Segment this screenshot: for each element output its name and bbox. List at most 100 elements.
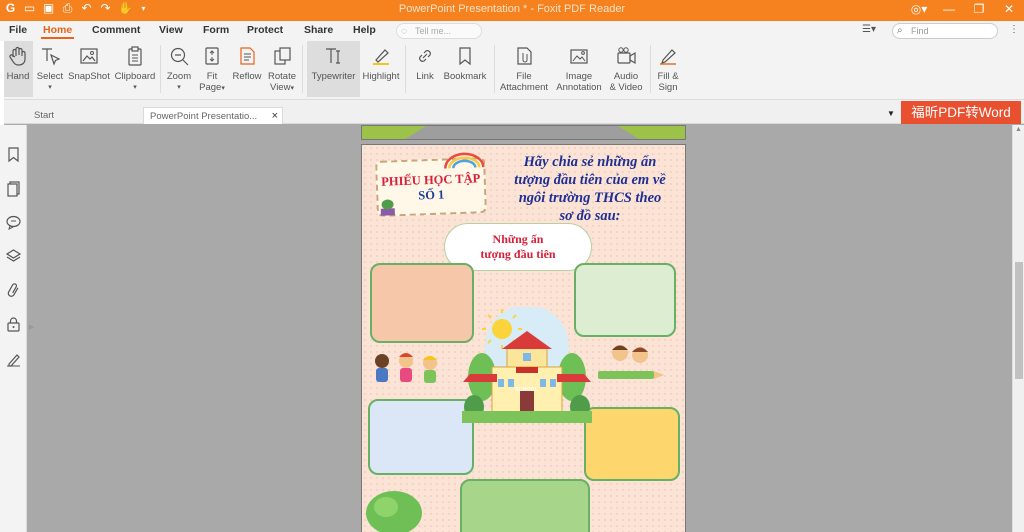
ribbon-separator (405, 45, 406, 93)
video-camera-icon (615, 45, 637, 67)
zoom-dropdown-icon: ▾ (177, 84, 181, 91)
reflow-icon (236, 45, 258, 67)
scroll-up-icon[interactable]: ▲ (1015, 126, 1022, 133)
search-icon: ⌕ (897, 25, 903, 36)
image-annotation-label-2: Annotation (556, 82, 602, 93)
typewriter-icon (323, 45, 345, 67)
account-icon[interactable]: ◎▾ (910, 2, 928, 16)
signatures-panel-icon[interactable] (5, 351, 22, 368)
hand-tool-button[interactable]: Hand (3, 41, 33, 97)
layers-panel-icon[interactable] (5, 248, 22, 265)
worksheet-badge: PHIẾU HỌC TẬP SỐ 1 (375, 152, 487, 217)
rotate-view-icon (271, 45, 293, 67)
clipboard-button[interactable]: Clipboard ▾ (114, 41, 156, 97)
road-illustration (402, 126, 642, 139)
fit-dropdown-icon: ▾ (221, 85, 225, 92)
zoom-label: Zoom (166, 71, 192, 82)
file-attachment-label-1: File (516, 71, 532, 82)
rotate-view-button[interactable]: Rotate View▾ (266, 41, 298, 97)
tab-home[interactable]: Home (40, 24, 75, 39)
rotate-label-2: View (270, 82, 291, 93)
ribbon-display-options-icon[interactable]: ☰▾ (862, 24, 876, 35)
file-attachment-button[interactable]: File Attachment (498, 41, 550, 97)
tab-comment[interactable]: Comment (92, 24, 140, 36)
scrollbar-thumb[interactable] (1015, 262, 1023, 379)
zoom-icon (168, 45, 190, 67)
link-button[interactable]: Link (410, 41, 440, 97)
rainbow-icon (444, 152, 485, 169)
answer-box-blue (368, 399, 474, 475)
document-tab-bar: Start PowerPoint Presentatio... × ▼ 福昕PD… (0, 100, 1024, 124)
file-attachment-label-2: Attachment (499, 82, 549, 93)
snapshot-icon (78, 45, 100, 67)
answer-box-lightgreen (460, 479, 590, 532)
select-tool-button[interactable]: Select ▾ (35, 41, 65, 97)
highlight-button[interactable]: Highlight (362, 41, 400, 97)
hand-icon (7, 45, 29, 67)
fit-label-1: Fit (206, 71, 218, 82)
typewriter-label: Typewriter (311, 71, 356, 82)
expand-panel-icon[interactable]: ▶ (29, 323, 34, 331)
minimize-button[interactable]: — (940, 2, 958, 16)
bookmark-icon (454, 45, 476, 67)
security-panel-icon[interactable] (5, 316, 22, 333)
find-placeholder: Find (911, 26, 929, 36)
snapshot-button[interactable]: SnapShot (67, 41, 111, 97)
tab-powerpoint-presentation[interactable]: PowerPoint Presentatio... × (143, 107, 283, 124)
fit-page-button[interactable]: Fit Page▾ (197, 41, 227, 97)
tab-view[interactable]: View (159, 24, 183, 36)
bookmarks-panel-icon[interactable] (5, 146, 22, 163)
instruction-line: Hãy chia sẻ những ấn (523, 154, 657, 170)
previous-page-bottom (361, 125, 686, 140)
fill-sign-label-2: Sign (658, 82, 678, 93)
link-icon (414, 45, 436, 67)
restore-button[interactable]: ❐ (970, 2, 988, 16)
comments-panel-icon[interactable] (5, 214, 22, 231)
audio-video-button[interactable]: Audio & Video (607, 41, 645, 97)
image-annotation-icon (568, 45, 590, 67)
convert-pdf-to-word-button[interactable]: 福昕PDF转Word (901, 101, 1021, 124)
tab-start[interactable]: Start (28, 107, 143, 124)
lightbulb-icon: ◌ (401, 26, 407, 37)
tab-form[interactable]: Form (203, 24, 229, 36)
typewriter-button[interactable]: Typewriter (307, 41, 360, 97)
tree-illustration (366, 491, 422, 532)
bookmark-label: Bookmark (443, 71, 487, 82)
bookmark-button[interactable]: Bookmark (442, 41, 488, 97)
tab-help[interactable]: Help (353, 24, 376, 36)
tab-list-dropdown-icon[interactable]: ▼ (887, 109, 895, 118)
tab-share[interactable]: Share (304, 24, 333, 36)
reflow-label: Reflow (232, 71, 262, 82)
clipboard-icon (124, 45, 146, 67)
close-tab-icon[interactable]: × (272, 110, 278, 122)
audio-video-label-1: Audio (613, 71, 639, 82)
snapshot-label: SnapShot (68, 71, 110, 82)
close-button[interactable]: ✕ (1000, 2, 1018, 16)
zoom-button[interactable]: Zoom ▾ (164, 41, 194, 97)
attachments-panel-icon[interactable] (5, 282, 22, 299)
instruction-line: tượng đầu tiên của em về (514, 172, 666, 188)
cloud-text-line: Những ấn (492, 232, 544, 246)
tab-protect[interactable]: Protect (247, 24, 283, 36)
tell-me-search[interactable]: ◌ Tell me... (396, 23, 482, 39)
children-group-illustration (375, 353, 437, 383)
vertical-scrollbar[interactable]: ▲ (1012, 125, 1024, 532)
fill-sign-button[interactable]: Fill & Sign (654, 41, 682, 97)
image-annotation-button[interactable]: Image Annotation (554, 41, 604, 97)
school-sign: SCHOOL (515, 387, 539, 393)
window-title: PowerPoint Presentation * - Foxit PDF Re… (398, 3, 626, 15)
children-on-pencil-illustration (598, 345, 664, 379)
reflow-button[interactable]: Reflow (231, 41, 263, 97)
pages-panel-icon[interactable] (5, 180, 22, 197)
title-bar: G ▭ ▣ ⎙ ↶ ↷ ✋ ▾ PowerPoint Presentation … (0, 0, 1024, 21)
select-text-icon (39, 45, 61, 67)
clipboard-dropdown-icon: ▾ (133, 84, 137, 91)
fit-label-2: Page (199, 82, 222, 93)
select-dropdown-icon: ▾ (48, 84, 52, 91)
tab-current-label: PowerPoint Presentatio... (150, 111, 258, 122)
more-options-icon[interactable]: ⋮ (1009, 24, 1019, 35)
find-input[interactable]: ⌕ Find (892, 23, 998, 39)
tab-file[interactable]: File (9, 24, 27, 36)
hand-label: Hand (6, 71, 30, 82)
highlight-label: Highlight (362, 71, 400, 82)
